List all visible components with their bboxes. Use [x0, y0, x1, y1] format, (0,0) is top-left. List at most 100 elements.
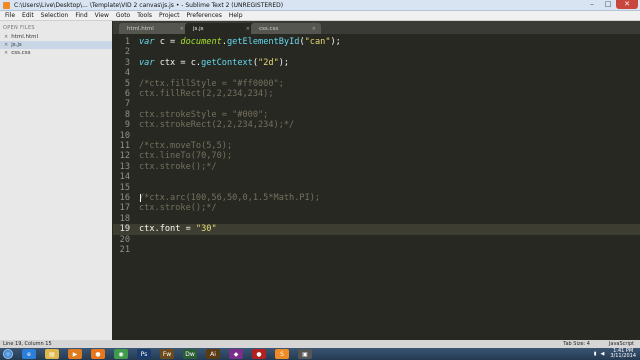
menu-tools[interactable]: Tools: [137, 12, 152, 19]
code-line[interactable]: 5 /*ctx.fillStyle = "#ff0000";: [113, 79, 640, 89]
menu-selection[interactable]: Selection: [41, 12, 69, 19]
code-token: /*ctx.arc(100,56,50,0,1.5*Math.PI);: [139, 193, 321, 203]
taskbar-app-recorder-icon[interactable]: ●: [252, 349, 266, 359]
tab-close-icon[interactable]: ×: [246, 26, 250, 32]
close-file-icon[interactable]: ×: [4, 34, 8, 40]
sidebar-file-css[interactable]: × css.css: [0, 49, 112, 57]
menu-view[interactable]: View: [95, 12, 109, 19]
code-text: ctx.lineTo(70,70);: [139, 151, 232, 161]
menu-file[interactable]: File: [5, 12, 15, 19]
code-token: ctx.strokeRect(2,2,234,234);*/: [139, 120, 295, 131]
taskbar-app-chrome-icon[interactable]: ◉: [114, 349, 128, 359]
code-line[interactable]: 6 ctx.fillRect(2,2,234,234);: [113, 89, 640, 99]
line-number: 15: [119, 182, 130, 193]
menu-preferences[interactable]: Preferences: [187, 12, 222, 19]
network-icon[interactable]: ▮: [594, 351, 597, 357]
window-controls: – □ ✕: [584, 0, 638, 10]
line-number: 6: [124, 89, 130, 99]
title-bar: C:\Users\Live\Desktop\... \Template\VID …: [0, 0, 640, 11]
code-token: );: [278, 57, 290, 68]
code-line[interactable]: 10: [113, 131, 640, 141]
sidebar-file-label: html.html: [11, 34, 39, 40]
code-line[interactable]: 12 ctx.lineTo(70,70);: [113, 151, 640, 161]
code-line[interactable]: 1 var c = document.getElementById("can");: [113, 37, 640, 47]
close-button[interactable]: ✕: [616, 0, 638, 9]
code-token: /*ctx.fillStyle = "#ff0000";: [139, 78, 284, 89]
taskbar-app-internet-explorer-icon[interactable]: e: [22, 349, 36, 359]
code-token: ctx.stroke();*/: [139, 161, 217, 172]
taskbar-app-app-icon[interactable]: ◆: [229, 349, 243, 359]
code-editor[interactable]: 1 var c = document.getElementById("can");…: [113, 34, 640, 340]
code-line[interactable]: 17 ctx.stroke();*/: [113, 203, 640, 213]
code-line[interactable]: 21: [113, 245, 640, 255]
line-number: 14: [119, 172, 130, 183]
tab-close-icon[interactable]: ×: [180, 26, 184, 32]
menu-edit[interactable]: Edit: [22, 12, 34, 19]
taskbar-app-fireworks-icon[interactable]: Fw: [160, 349, 174, 359]
line-number: 21: [119, 245, 130, 255]
menu-help[interactable]: Help: [229, 12, 243, 19]
close-file-icon[interactable]: ×: [4, 50, 8, 56]
taskbar-app-dreamweaver-icon[interactable]: Dw: [183, 349, 197, 359]
line-number: 20: [119, 234, 130, 245]
window-title: C:\Users\Live\Desktop\... \Template\VID …: [14, 1, 284, 9]
code-token: var: [139, 57, 160, 68]
system-tray: ▮ ◀ 1:41 PM 3/11/2014: [594, 348, 636, 360]
code-line[interactable]: 2: [113, 47, 640, 57]
code-token: c =: [159, 37, 181, 47]
code-text: /*ctx.fillStyle = "#ff0000";: [139, 79, 284, 89]
minimize-button[interactable]: –: [584, 0, 600, 9]
code-token: ctx.font =: [139, 224, 196, 235]
code-line[interactable]: 14: [113, 172, 640, 182]
code-text: ctx.stroke();*/: [139, 162, 217, 172]
volume-icon[interactable]: ◀: [601, 351, 605, 357]
tab-close-icon[interactable]: ×: [312, 26, 316, 32]
menu-find[interactable]: Find: [75, 12, 87, 19]
line-number: 4: [124, 68, 130, 79]
tab-css[interactable]: css.css ×: [251, 23, 321, 34]
maximize-button[interactable]: □: [600, 0, 616, 9]
code-line[interactable]: 16 /*ctx.arc(100,56,50,0,1.5*Math.PI);: [113, 193, 640, 203]
tab-html[interactable]: html.html ×: [119, 23, 189, 34]
code-line[interactable]: 3 var ctx = c.getContext("2d");: [113, 58, 640, 68]
code-token: ctx.lineTo(70,70);: [139, 151, 233, 162]
line-number: 18: [119, 213, 130, 224]
taskbar-app-media-player-icon[interactable]: ▶: [68, 349, 82, 359]
line-number: 3: [124, 57, 130, 68]
tab-js[interactable]: js.js ×: [185, 23, 255, 34]
clock[interactable]: 1:41 PM 3/11/2014: [610, 348, 636, 360]
status-bar: Line 19, Column 15 Tab Size: 4 JavaScrip…: [0, 340, 640, 348]
code-token: "30": [195, 224, 217, 235]
code-line[interactable]: 19 ctx.font = "30": [113, 224, 640, 235]
menu-goto[interactable]: Goto: [116, 12, 130, 19]
code-line[interactable]: 20: [113, 235, 640, 245]
code-line[interactable]: 9 ctx.strokeRect(2,2,234,234);*/: [113, 120, 640, 130]
sidebar-file-label: css.css: [11, 50, 31, 56]
close-file-icon[interactable]: ×: [4, 42, 8, 48]
code-line[interactable]: 15: [113, 183, 640, 193]
taskbar-app-app-2-icon[interactable]: ▣: [298, 349, 312, 359]
code-token: ctx = c.: [159, 57, 202, 68]
sidebar-file-html[interactable]: × html.html: [0, 33, 112, 41]
taskbar: e ▤ ▶ ● ◉ Ps Fw Dw Ai ◆ ● S ▣ ▮ ◀ 1:41 PM 3/11/2014: [0, 348, 640, 360]
line-number: 9: [124, 120, 130, 131]
code-line[interactable]: 11 /*ctx.moveTo(5,5);: [113, 141, 640, 151]
taskbar-app-photoshop-icon[interactable]: Ps: [137, 349, 151, 359]
sidebar-file-js[interactable]: × js.js: [0, 41, 112, 49]
syntax-selector[interactable]: JavaScript: [609, 341, 634, 347]
text-cursor: [140, 194, 141, 202]
code-line[interactable]: 7: [113, 99, 640, 109]
tab-size-selector[interactable]: Tab Size: 4: [563, 341, 590, 347]
taskbar-app-file-explorer-icon[interactable]: ▤: [45, 349, 59, 359]
taskbar-app-sublime-text-icon[interactable]: S: [275, 349, 289, 359]
code-line[interactable]: 8 ctx.strokeStyle = "#000";: [113, 110, 640, 120]
start-button[interactable]: [3, 349, 13, 359]
code-line[interactable]: 18: [113, 214, 640, 224]
taskbar-app-illustrator-icon[interactable]: Ai: [206, 349, 220, 359]
code-line[interactable]: 4: [113, 68, 640, 78]
line-number: 11: [119, 141, 130, 151]
code-line[interactable]: 13 ctx.stroke();*/: [113, 162, 640, 172]
taskbar-app-firefox-icon[interactable]: ●: [91, 349, 105, 359]
menu-project[interactable]: Project: [159, 12, 180, 19]
code-text: ctx.font = "30": [139, 224, 217, 234]
